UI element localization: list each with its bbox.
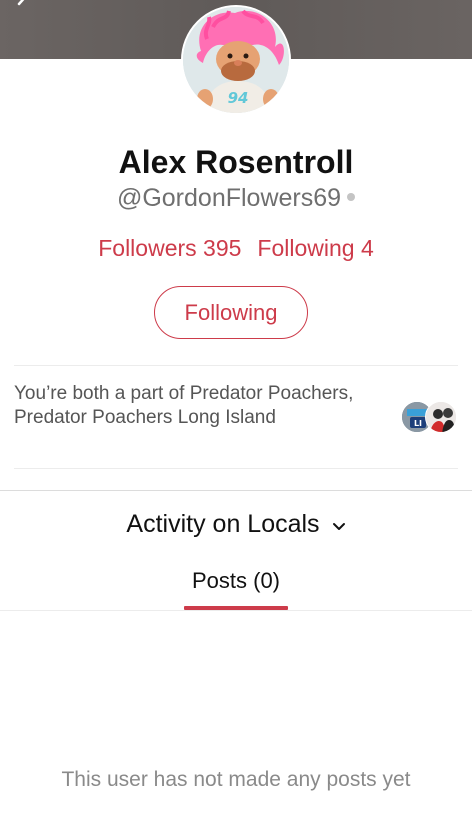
- followers-label: Followers: [98, 235, 197, 261]
- activity-dropdown[interactable]: Activity on Locals: [0, 510, 472, 540]
- divider: [14, 365, 458, 366]
- chevron-down-icon: [332, 509, 346, 538]
- following-button[interactable]: Following: [154, 286, 308, 339]
- chevron-left-icon: [17, 0, 25, 6]
- username-handle: @GordonFlowers69: [116, 184, 342, 212]
- divider: [14, 468, 458, 469]
- status-dot-icon: [347, 193, 356, 202]
- troll-doll-avatar-icon: 94: [183, 7, 289, 113]
- followers-link[interactable]: Followers 395: [98, 235, 241, 262]
- activity-title: Activity on Locals: [126, 510, 320, 538]
- tab-posts[interactable]: Posts (0): [183, 568, 289, 594]
- empty-posts-message: This user has not made any posts yet: [61, 768, 411, 791]
- following-link[interactable]: Following 4: [257, 235, 373, 262]
- following-count: 4: [360, 235, 374, 261]
- community-avatar-predator-poachers: [425, 401, 457, 433]
- section-divider: [0, 490, 472, 491]
- avatar-shirt-number: 94: [228, 89, 249, 107]
- community-badge-text: LI: [414, 419, 422, 428]
- following-label: Following: [257, 235, 355, 261]
- back-button[interactable]: [8, 0, 38, 14]
- mutual-communities-avatars[interactable]: LI: [401, 401, 459, 433]
- community-group-icon: [426, 402, 456, 432]
- mutual-communities-text: You’re both a part of Predator Poachers,…: [14, 383, 354, 428]
- tabs-divider: [0, 610, 472, 611]
- display-name: Alex Rosentroll: [118, 144, 354, 180]
- followers-count: 395: [203, 235, 242, 261]
- avatar[interactable]: 94: [181, 5, 291, 115]
- profile-stats: Followers 395 Following 4: [0, 235, 472, 262]
- handle-row: @GordonFlowers69: [0, 184, 472, 213]
